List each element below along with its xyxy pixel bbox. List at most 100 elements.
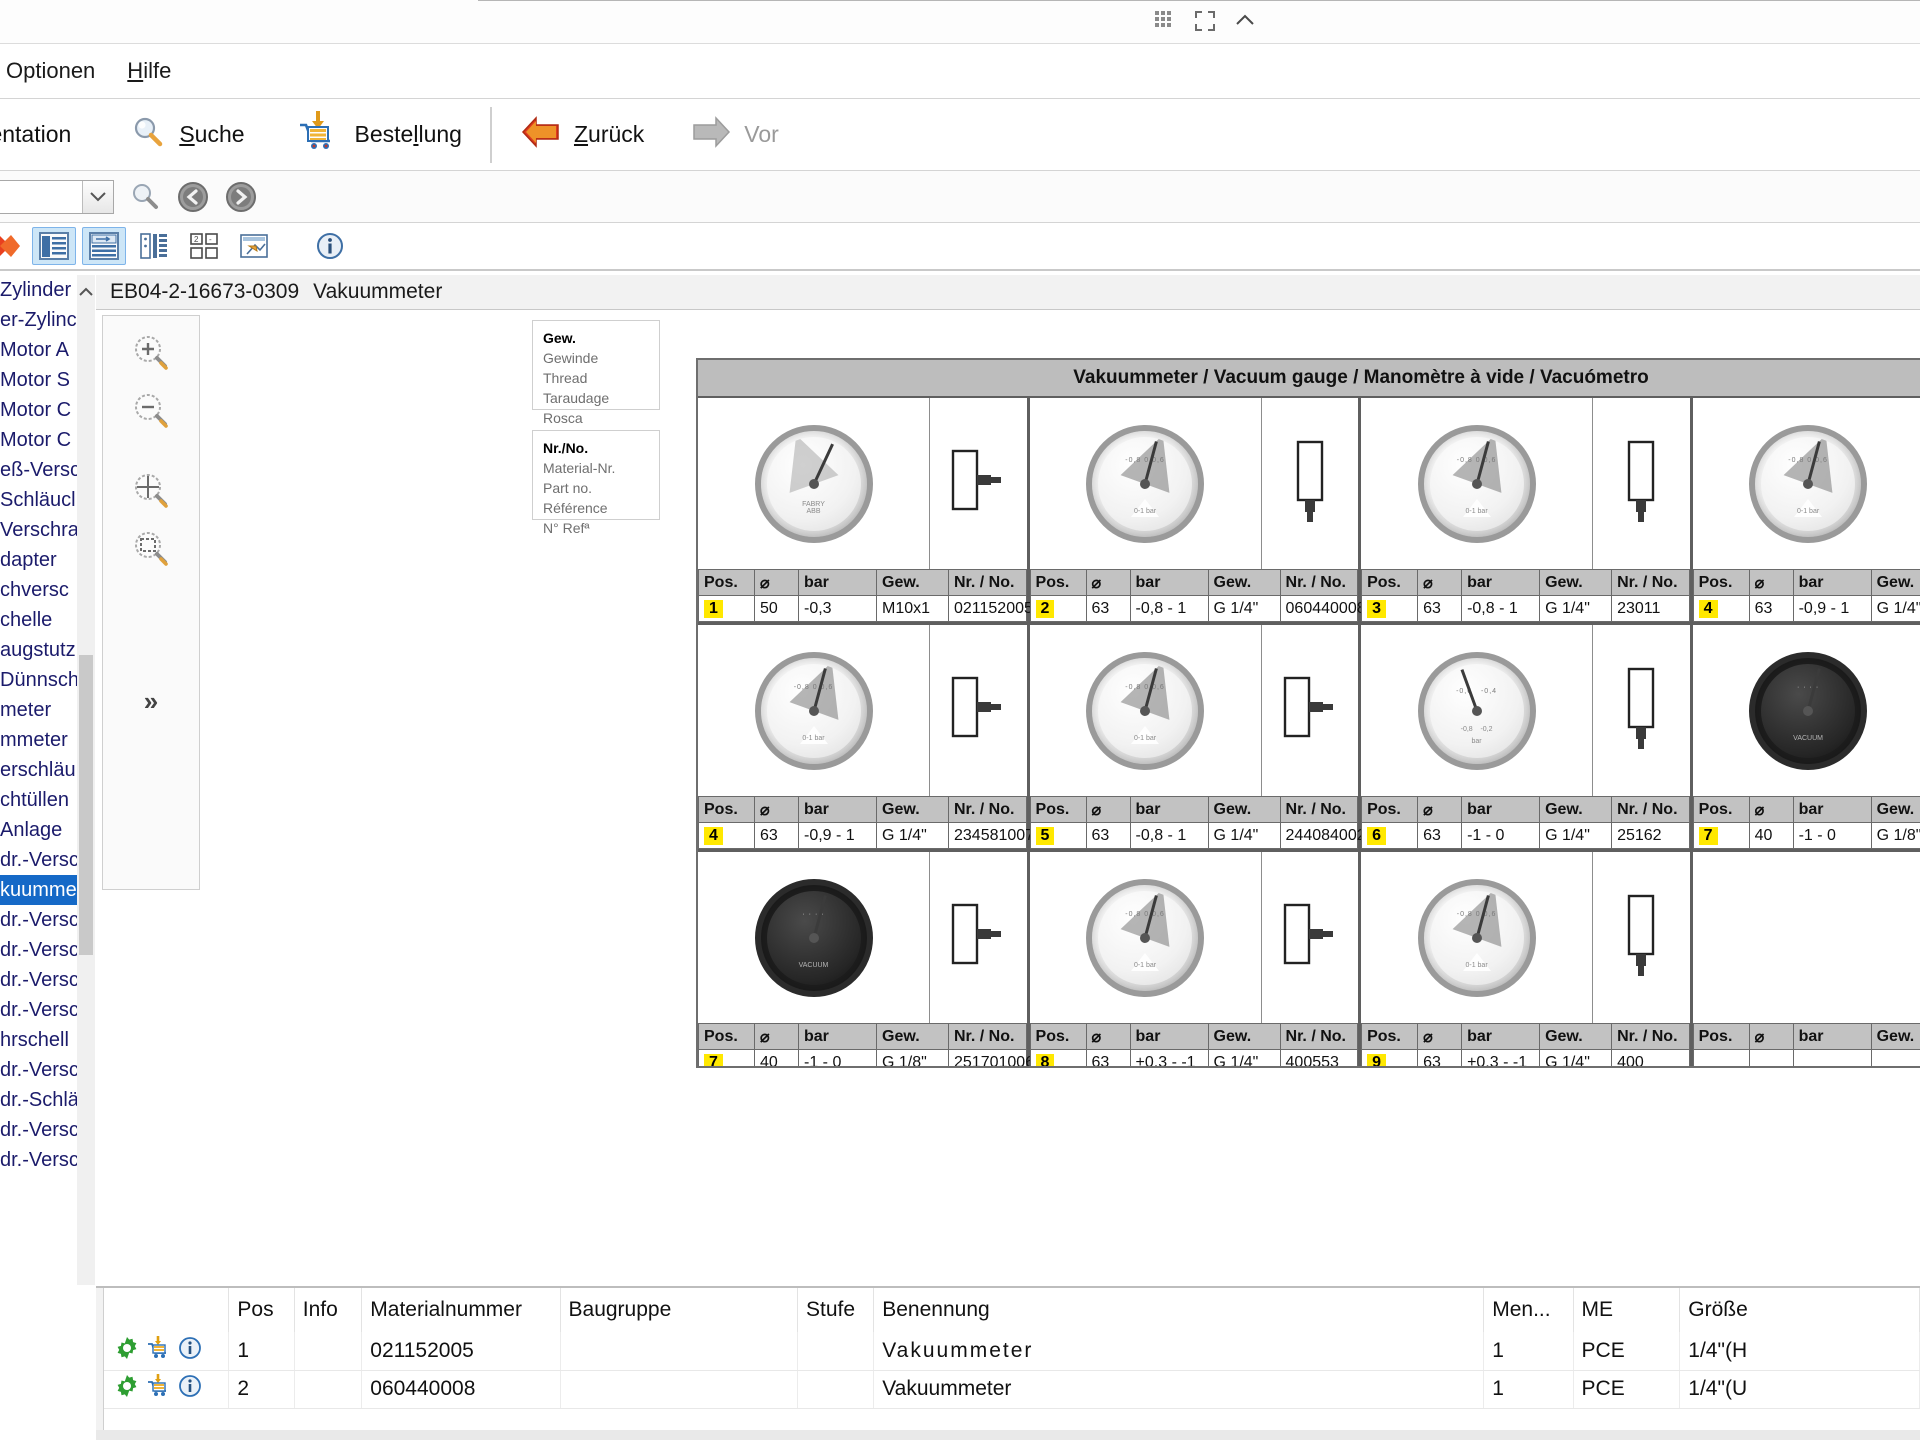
search-nav-row [0,171,1920,223]
catalog-sheet[interactable]: Vakuummeter / Vacuum gauge / Manomètre à… [696,358,1920,1068]
catalog-cell-7[interactable]: · · · ·VACUUMPos.⌀barGew.Nr. / No. 7 40-1 … [1692,625,1920,849]
spec-val-dia: 63 [1417,822,1463,849]
scrollbar-thumb[interactable] [79,655,93,955]
columns-view-icon[interactable] [132,227,176,265]
spec-col-nr: Nr. / No. [1279,796,1359,823]
position-badge: 4 [704,826,723,845]
toolbar-button-suche[interactable]: Suche [115,104,258,166]
spec-col-gew: Gew. [1207,796,1281,823]
row-action-icons[interactable] [96,1370,230,1409]
gear-icon[interactable] [114,1373,140,1405]
search-dropdown[interactable] [0,179,114,214]
toolbar-button-dokumentation[interactable]: kumentation [0,104,85,166]
col-info[interactable]: Info [294,1288,363,1332]
expand-panel-chevron[interactable]: » [144,686,158,717]
matrix-view-icon[interactable]: 2 - [182,227,226,265]
col-me[interactable]: ME [1573,1288,1681,1332]
spec-col-gew: Gew. [1870,796,1920,823]
spec-col-bar: bar [1792,569,1872,596]
col-benennung[interactable]: Benennung [873,1288,1485,1332]
menu-item-optionen[interactable]: Optionen [0,58,111,84]
zoom-tool-strip[interactable]: » [102,315,200,890]
list-view-icon[interactable] [32,227,76,265]
row-action-icons[interactable] [96,1332,230,1371]
cart-add-icon[interactable] [146,1373,172,1405]
col-baugruppe[interactable]: Baugruppe [560,1288,798,1332]
info-icon[interactable] [178,1336,202,1366]
catalog-cell-images: -0,8 0 0,6 0-1 bar [1029,625,1359,796]
catalog-cell-4[interactable]: -0,8 0 0,60-1 barPos.⌀barGew.Nr. / No. 4 6… [1692,398,1920,622]
red-arrow-icon[interactable] [0,227,26,265]
scroll-up-icon[interactable] [77,275,95,309]
spec-val-dia [1748,1049,1794,1066]
spec-col-gew: Gew. [1870,1023,1920,1050]
cell-me: PCE [1573,1370,1681,1409]
catalog-cell-7[interactable]: · · · ·VACUUMPos.⌀barGew.Nr. / No. 7 40-1 … [698,852,1034,1066]
window-controls[interactable] [1150,2,1260,40]
catalog-spec-table: Pos. ⌀ bar Gew. Nr. / No. 1 50 -0,3 M10x1 0211520… [698,569,1033,622]
nav-back-icon[interactable] [176,180,210,214]
spec-col-gew: Gew. [1539,569,1613,596]
toolbar-button-zurueck[interactable]: Zurück [506,104,658,166]
spec-header-row: Pos.⌀barGew.Nr. / No. [1361,1023,1690,1050]
table-row[interactable]: 2 060440008 Vakuummeter 1 PCE 1/4"(U [96,1370,1920,1409]
catalog-cell-1[interactable]: FABRY ABB Pos. ⌀ bar Gew. Nr. / No. 1 50 -0,3 M10x… [698,398,1033,622]
legend-box-gew: Gew. Gewinde Thread Taraudage Rosca [532,320,660,426]
grid-left-rail [96,1288,104,1440]
search-magnifier-icon[interactable] [128,180,162,214]
graphic-link-icon[interactable] [232,227,276,265]
col-stufe[interactable]: Stufe [797,1288,875,1332]
search-input[interactable] [0,181,82,212]
position-badge: 2 [1035,599,1055,618]
spec-col-pos: Pos. [1692,796,1750,823]
col-menge[interactable]: Men... [1483,1288,1574,1332]
spec-val-gew: G 1/4" [1870,595,1920,622]
spec-val-bar: -0,9 - 1 [1792,595,1872,622]
collapse-chevron-icon[interactable] [1230,6,1260,36]
catalog-cell-5[interactable]: -0,8 0 0,6 0-1 bar Pos. ⌀ bar Gew. Nr. / No. 5 6… [1029,625,1366,849]
col-icons[interactable] [96,1288,230,1332]
table-row[interactable]: 1 021152005 Vakuummeter 1 PCE 1/4"(H [96,1332,1920,1371]
expand-icon[interactable] [1190,6,1220,36]
drawing-canvas[interactable]: Gew. Gewinde Thread Taraudage Rosca Nr./… [202,315,1920,1285]
info-icon[interactable] [178,1374,202,1404]
cart-add-icon[interactable] [146,1335,172,1367]
spec-col-nr: Nr. / No. [1279,569,1359,596]
gear-icon[interactable] [114,1335,140,1367]
cell-info [294,1370,363,1409]
zoom-fit-icon[interactable] [128,526,174,572]
detail-view-icon[interactable] [82,227,126,265]
catalog-cell-4[interactable]: -0,8 0 0,60-1 barPos.⌀barGew.Nr. / No. 4 6… [698,625,1034,849]
spec-val-pos [1692,1049,1750,1066]
toolbar-button-bestellung[interactable]: Bestellung [281,104,476,166]
catalog-cell-images [1692,852,1920,1023]
position-badge: 7 [1698,826,1718,845]
spec-col-nr: Nr. / No. [948,1023,1027,1050]
catalog-cell-6[interactable]: -0,6 -0,4 -0,8 -0,2 bar Pos. ⌀ bar Gew. Nr. / N… [1361,625,1693,849]
menu-item-hilfe[interactable]: Hilfe [111,58,187,84]
info-icon[interactable] [308,227,352,265]
zoom-out-icon[interactable] [128,388,174,434]
catalog-cell-overflow[interactable]: Pos.⌀barGew.Nr. / No. [1692,852,1920,1066]
parts-list-grid[interactable]: Pos Info Materialnummer Baugruppe Stufe … [96,1286,1920,1440]
catalog-cell-3[interactable]: -0,8 0 0,6 0-1 bar Pos. ⌀ bar Gew. Nr. / No. 3 6… [1361,398,1693,622]
col-groesse[interactable]: Größe [1679,1288,1920,1332]
catalog-cell-9[interactable]: -0,8 0 0,6 0-1 bar Pos. ⌀ bar Gew. Nr. / No. 9 6… [1361,852,1693,1066]
spec-val-pos: 7 [1692,822,1750,849]
toolbar-button-vor[interactable]: Vor [676,104,793,166]
connector-diagram [1593,398,1690,569]
zoom-in-icon[interactable] [128,330,174,376]
grid-icon[interactable] [1150,6,1180,36]
col-materialnummer[interactable]: Materialnummer [361,1288,561,1332]
catalog-spec-table: Pos.⌀barGew.Nr. / No. 4 63-0,9 - 1G 1/4"23… [698,796,1034,849]
catalog-cell-2[interactable]: -0,8 0 0,6 0-1 bar Pos. ⌀ bar Gew. Nr. / No. 2 6… [1029,398,1366,622]
zoom-pan-icon[interactable] [128,468,174,514]
sidebar-scrollbar[interactable] [77,275,95,1285]
main-toolbar: kumentation Suche [0,99,1920,171]
chevron-down-icon[interactable] [82,180,113,213]
nav-forward-icon[interactable] [224,180,258,214]
catalog-cell-8[interactable]: -0,8 0 0,6 0-1 bar Pos. ⌀ bar Gew. Nr. / No. 8 6… [1029,852,1362,1066]
catalog-spec-table: Pos.⌀barGew.Nr. / No. 7 40-1 - 0G 1/8"2517… [698,1023,1034,1066]
spec-col-dia: ⌀ [1085,796,1131,823]
col-pos[interactable]: Pos [228,1288,295,1332]
